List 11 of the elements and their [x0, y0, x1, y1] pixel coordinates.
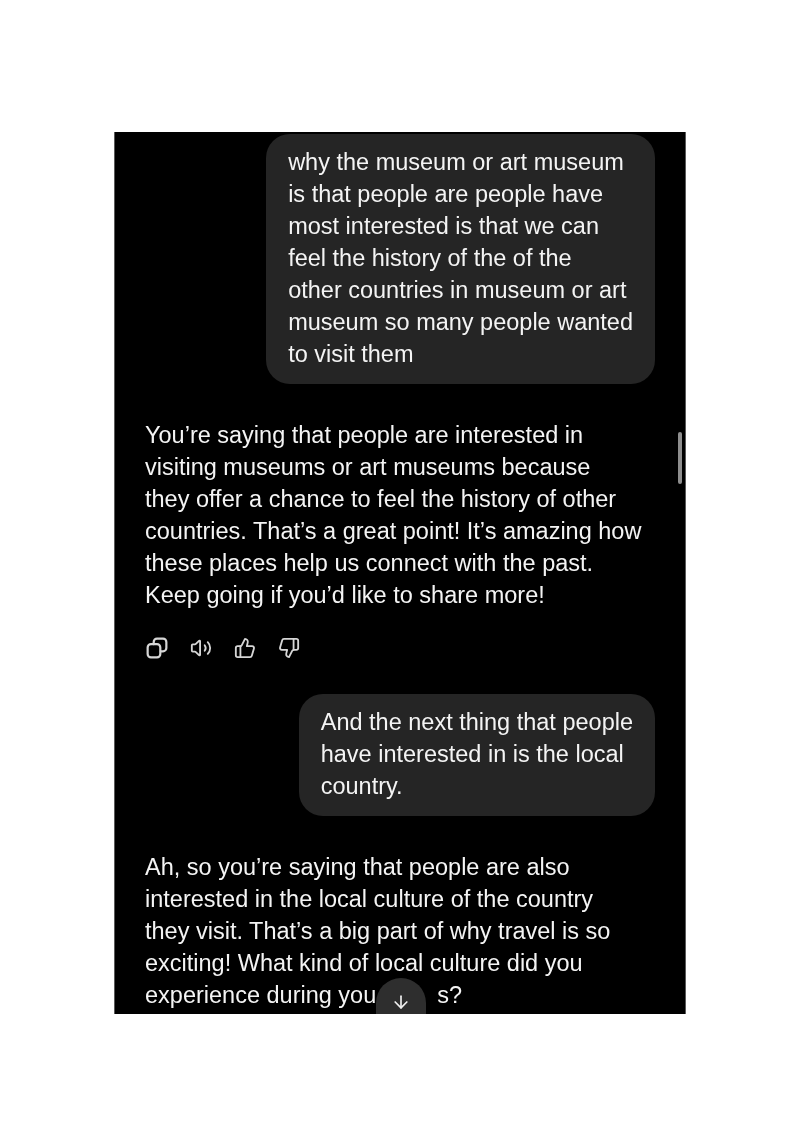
scroll-down-button[interactable] [376, 978, 427, 1014]
assistant-message: You’re saying that people are interested in visiting museums or art museums because they offer a chance to feel the history of other countries. That’s a great point! It’s amazing how these places help us connect with the past. Keep going if you’d like to share more! [145, 421, 642, 610]
copy-icon[interactable] [146, 637, 168, 659]
user-message: why the museum or art museum is that people are people have most interested is that we can feel the history of the of the other countries in museum or art museum so many people wanted to visit them [266, 134, 655, 384]
user-message: And the next thing that people have interested in is the local country. [298, 694, 655, 816]
thumbs-down-icon[interactable] [278, 637, 300, 659]
message-text: experience during you [145, 981, 377, 1010]
thumbs-up-icon[interactable] [234, 637, 256, 659]
message-text: s? [437, 981, 463, 1010]
speaker-icon[interactable] [190, 637, 212, 659]
scrollbar-thumb[interactable] [678, 432, 682, 484]
